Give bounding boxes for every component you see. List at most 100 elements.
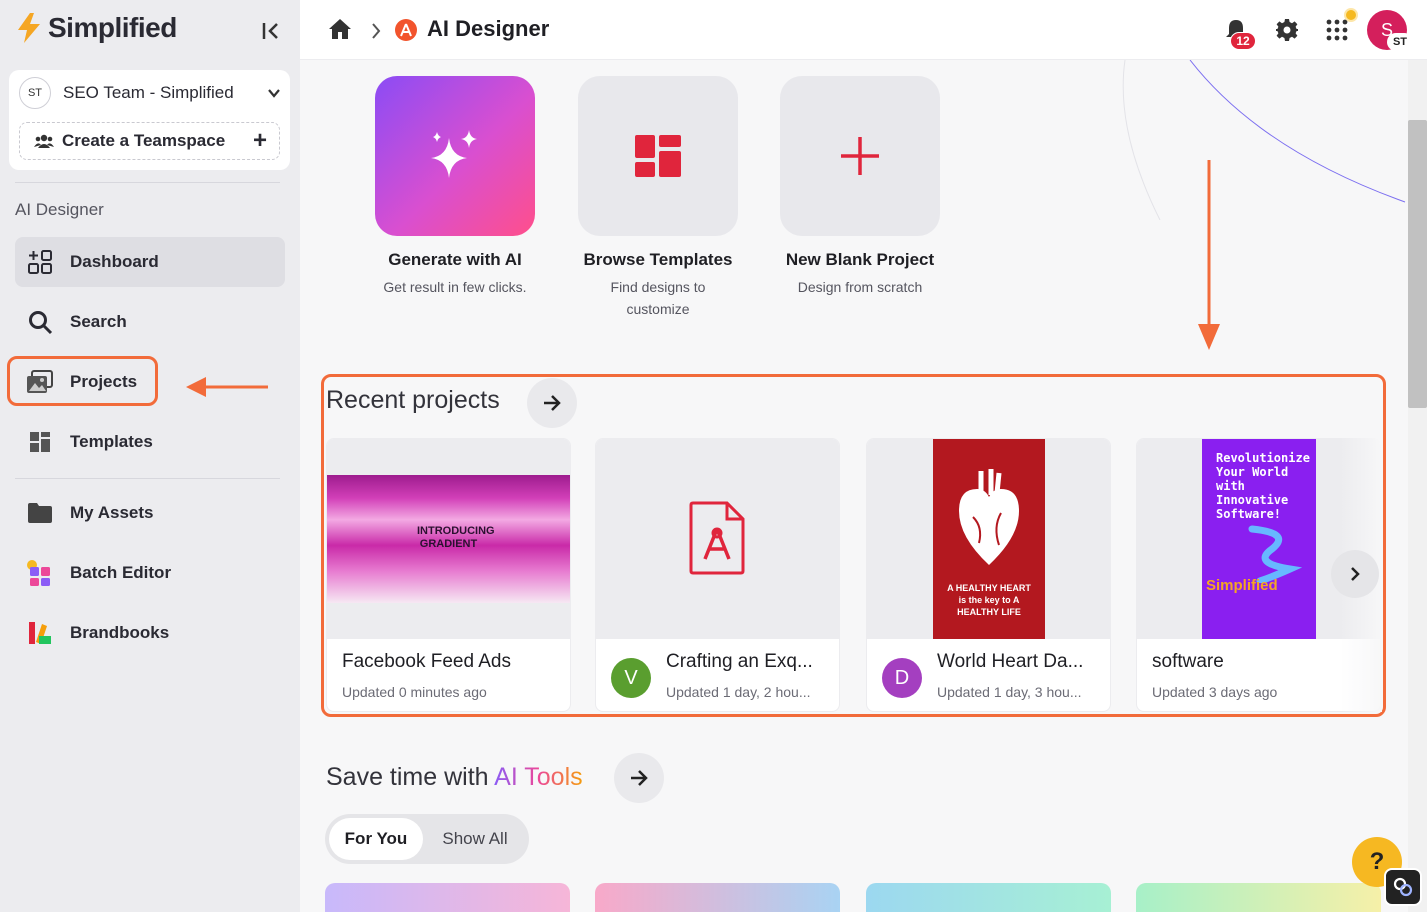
main-scrollbar-thumb[interactable] [1408, 120, 1427, 408]
link-tool-button[interactable] [1384, 868, 1422, 906]
project-name: software [1152, 651, 1224, 672]
sidebar-item-label: Search [70, 312, 127, 331]
generate-with-ai-card[interactable]: Generate with AI Get result in few click… [355, 76, 555, 298]
ai-tool-card[interactable] [325, 883, 570, 912]
browse-templates-tile[interactable] [578, 76, 738, 236]
ai-tools-title: Save time with AI Tools [326, 763, 583, 792]
thumbnail-brand: Simplified [1206, 577, 1278, 594]
sidebar: Simplified ST SEO Team - Simplified Crea… [0, 0, 300, 912]
arrow-right-icon [544, 395, 561, 411]
quick-action-subtitle: Design from scratch [797, 279, 923, 295]
sidebar-item-templates[interactable]: Templates [15, 417, 285, 467]
project-thumbnail [596, 439, 839, 639]
arrow-right-icon [631, 770, 648, 786]
search-icon [25, 307, 55, 337]
generate-with-ai-tile[interactable] [375, 76, 535, 236]
project-owner-avatar: V [611, 658, 651, 698]
project-name: Facebook Feed Ads [342, 651, 511, 672]
ai-tool-card[interactable] [1136, 883, 1381, 912]
heart-illustration-icon [959, 469, 1019, 565]
quick-action-title: New Blank Project [785, 250, 935, 269]
annotation-arrow-down-icon [1198, 160, 1220, 350]
simplified-logo[interactable]: Simplified [14, 12, 177, 44]
gear-icon[interactable] [1275, 18, 1299, 42]
main-content: Generate with AI Get result in few click… [300, 60, 1408, 912]
sidebar-item-label: Brandbooks [70, 623, 170, 642]
sidebar-item-brandbooks[interactable]: Brandbooks [15, 608, 285, 658]
collapse-sidebar-button[interactable] [258, 18, 284, 44]
projects-highlight-box [7, 356, 158, 406]
ai-tools-title-prefix: Save time with [326, 763, 489, 791]
ai-tools-see-all-button[interactable] [614, 753, 664, 803]
project-name: World Heart Da... [937, 651, 1084, 672]
ai-tools-filter-toggle: For You Show All [325, 814, 529, 864]
project-owner-avatar: D [882, 658, 922, 698]
link-icon [1393, 877, 1413, 897]
swirl-illustration-icon [1248, 525, 1302, 583]
new-blank-project-card[interactable]: New Blank Project Design from scratch [760, 76, 960, 298]
sidebar-item-label: My Assets [70, 503, 154, 522]
decorative-curve [1122, 60, 1406, 220]
create-teamspace-button[interactable]: Create a Teamspace + [19, 122, 280, 160]
thumbnail-text: A HEALTHY HEART is the key to A HEALTHY … [947, 583, 1031, 617]
annotation-arrow-left-icon [186, 377, 268, 397]
project-thumbnail: INTRODUCING GRADIENT [327, 439, 570, 639]
team-name: SEO Team - Simplified [63, 83, 234, 102]
project-card[interactable]: INTRODUCING GRADIENT Facebook Feed Ads U… [326, 438, 571, 712]
sidebar-item-search[interactable]: Search [15, 297, 285, 347]
plus-icon [841, 137, 879, 175]
notification-badge: 12 [1230, 32, 1256, 50]
collapse-icon [262, 23, 278, 39]
sidebar-item-label: Batch Editor [70, 563, 172, 582]
templates-icon [635, 135, 681, 177]
new-blank-project-tile[interactable] [780, 76, 940, 236]
ai-tool-card[interactable] [866, 883, 1111, 912]
home-icon[interactable] [328, 18, 352, 40]
user-team-badge: ST [1387, 33, 1413, 51]
batch-editor-icon [25, 558, 55, 588]
sidebar-divider [15, 182, 280, 183]
ai-tools-title-highlight: AI Tools [494, 763, 583, 791]
recent-projects-see-all-button[interactable] [527, 378, 577, 428]
tab-for-you[interactable]: For You [329, 818, 423, 860]
project-card[interactable]: V Crafting an Exq... Updated 1 day, 2 ho… [595, 438, 840, 712]
sidebar-item-label: Dashboard [70, 252, 159, 271]
project-updated: Updated 1 day, 3 hou... [937, 684, 1082, 700]
project-card[interactable]: A HEALTHY HEART is the key to A HEALTHY … [866, 438, 1111, 712]
simplified-logo-icon [18, 13, 40, 43]
sidebar-item-my-assets[interactable]: My Assets [15, 488, 285, 538]
plus-icon: + [252, 127, 267, 154]
create-teamspace-label: Create a Teamspace [62, 131, 226, 150]
tab-show-all[interactable]: Show All [425, 818, 525, 860]
chevron-down-icon [268, 89, 280, 98]
ai-tool-card[interactable] [595, 883, 840, 912]
project-updated: Updated 1 day, 2 hou... [666, 684, 811, 700]
users-icon [34, 134, 54, 148]
team-avatar: ST [19, 77, 51, 109]
sidebar-item-batch-editor[interactable]: Batch Editor [15, 548, 285, 598]
apps-grid-icon[interactable] [1325, 18, 1349, 42]
chevron-right-icon [372, 23, 381, 39]
team-card: ST SEO Team - Simplified Create a Teamsp… [9, 70, 290, 170]
templates-icon [25, 427, 55, 457]
carousel-next-button[interactable] [1331, 550, 1379, 598]
browse-templates-card[interactable]: Browse Templates Find designs to customi… [558, 76, 758, 320]
quick-action-subtitle: Get result in few clicks. [383, 279, 527, 295]
quick-action-title: Generate with AI [388, 250, 522, 269]
sidebar-item-dashboard[interactable]: Dashboard [15, 237, 285, 287]
quick-action-title: Browse Templates [583, 250, 733, 269]
sidebar-item-label: Templates [70, 432, 153, 451]
dashboard-icon [25, 247, 55, 277]
sparkles-icon [431, 130, 477, 178]
quick-action-subtitle: Find designs to customize [610, 279, 706, 317]
project-name: Crafting an Exq... [666, 651, 813, 672]
apps-new-dot [1344, 8, 1358, 22]
ai-designer-icon [395, 19, 417, 41]
team-switcher[interactable]: ST SEO Team - Simplified [19, 77, 281, 109]
project-updated: Updated 0 minutes ago [342, 684, 487, 700]
sidebar-divider [15, 478, 280, 479]
thumbnail-text: Revolutionize Your World with Innovative… [1216, 451, 1310, 521]
project-thumbnail: A HEALTHY HEART is the key to A HEALTHY … [867, 439, 1110, 639]
project-updated: Updated 3 days ago [1152, 684, 1278, 700]
chevron-right-icon [1351, 567, 1360, 581]
